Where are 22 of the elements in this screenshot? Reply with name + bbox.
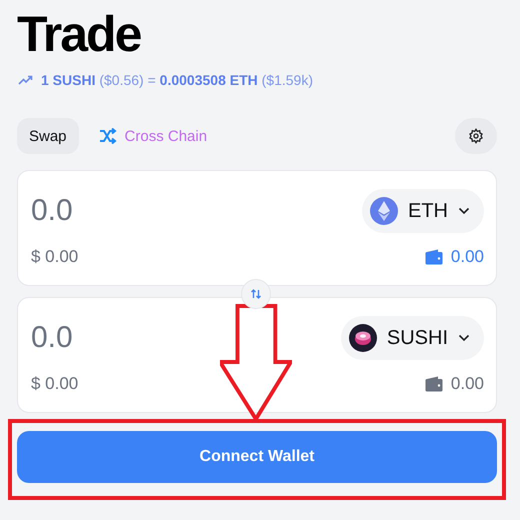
amount-value[interactable]: 0.0 <box>31 194 73 228</box>
connect-wallet-button[interactable]: Connect Wallet <box>17 431 497 483</box>
mode-tab[interactable]: Swap <box>17 118 79 154</box>
page-title: Trade <box>17 5 140 62</box>
sushi-icon <box>348 324 377 352</box>
settings-button[interactable] <box>455 118 497 154</box>
settings-icon <box>468 128 484 144</box>
mode-tab[interactable]: Cross Chain <box>86 118 220 154</box>
chevron-down-icon <box>458 334 470 342</box>
balance-value: 0.00 <box>450 247 484 267</box>
swap-arrows-icon <box>250 288 262 300</box>
exchange-rate: 1 SUSHI ($0.56) = 0.0003508 ETH ($1.59k) <box>41 72 313 88</box>
usd-value: $ 0.00 <box>31 247 78 267</box>
ethereum-icon <box>370 197 398 225</box>
usd-value: $ 0.00 <box>31 374 78 394</box>
shuffle-icon <box>98 128 117 144</box>
balance-value: 0.00 <box>450 374 484 394</box>
chevron-down-icon <box>458 207 470 215</box>
amount-value[interactable]: 0.0 <box>31 321 73 355</box>
token-selector[interactable]: ETH <box>362 189 484 233</box>
trend-icon <box>18 75 33 85</box>
token-selector[interactable]: SUSHI <box>340 316 484 360</box>
